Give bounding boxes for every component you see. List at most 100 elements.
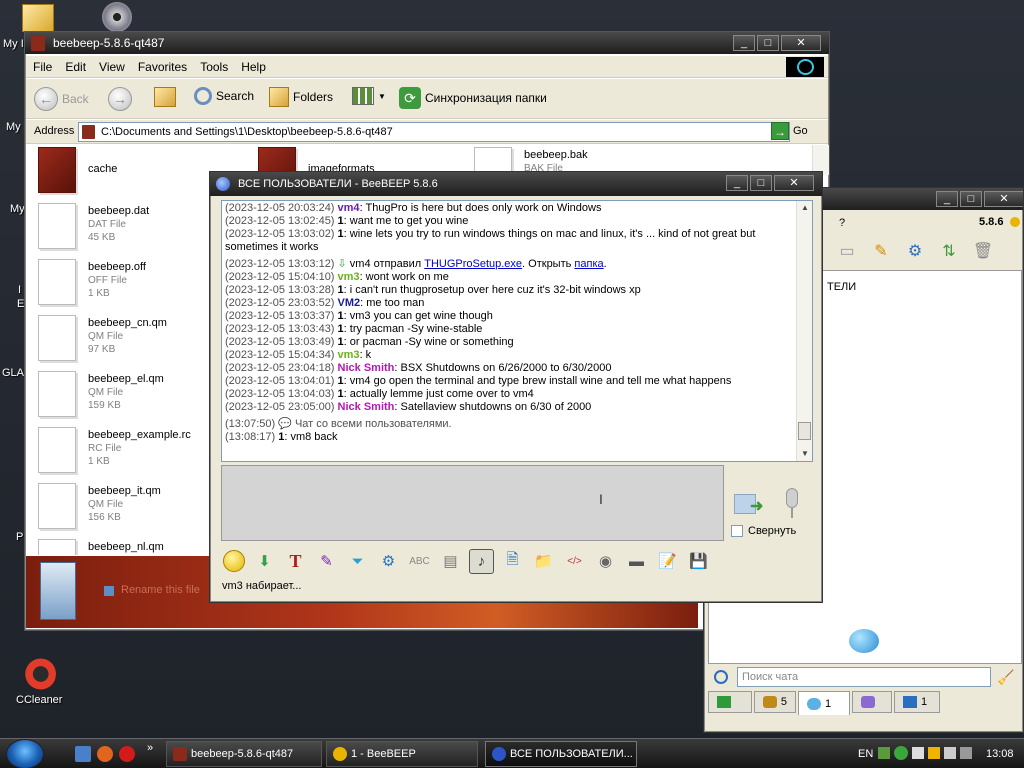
- send-message-icon[interactable]: ➜: [734, 490, 766, 518]
- language-indicator[interactable]: EN: [858, 739, 873, 768]
- desktop-label-3[interactable]: I: [18, 284, 21, 296]
- back-button[interactable]: ← Back: [34, 87, 89, 111]
- utorrent-icon[interactable]: [894, 746, 908, 760]
- send-file-icon[interactable]: 📁: [531, 549, 556, 574]
- menu-tools[interactable]: Tools: [193, 56, 234, 74]
- music-icon[interactable]: ♪: [469, 548, 494, 574]
- message-input[interactable]: I: [221, 465, 724, 541]
- start-button[interactable]: [6, 739, 44, 768]
- chevron-down-icon[interactable]: ⬇: [252, 549, 277, 574]
- trash-icon[interactable]: 🗑: [970, 238, 996, 264]
- settings-icon[interactable]: ⚙: [376, 549, 401, 574]
- screenshot-icon[interactable]: ◉: [593, 549, 618, 574]
- scroll-down-icon[interactable]: ▼: [797, 447, 812, 461]
- desktop-label-0[interactable]: My I: [3, 38, 24, 50]
- tray-tool-icon[interactable]: [960, 747, 972, 759]
- show-desktop-icon[interactable]: [75, 746, 91, 762]
- tray-volume-icon[interactable]: [944, 747, 956, 759]
- minimize-button[interactable]: _: [936, 191, 958, 207]
- font-icon[interactable]: T: [283, 549, 308, 574]
- file-link[interactable]: THUGProSetup.exe: [424, 258, 522, 270]
- task-all-users[interactable]: ВСЕ ПОЛЬЗОВАТЕЛИ...: [485, 741, 637, 767]
- close-button[interactable]: ✕: [774, 175, 814, 191]
- html-icon[interactable]: </>: [562, 549, 587, 574]
- spellcheck-icon[interactable]: ABC: [407, 549, 432, 574]
- tab-chats[interactable]: 1: [798, 691, 850, 715]
- menu-view[interactable]: View: [92, 56, 131, 74]
- opera-icon[interactable]: [119, 746, 135, 762]
- chat-titlebar[interactable]: ВСЕ ПОЛЬЗОВАТЕЛИ - BeeBEEP 5.8.6 _ □ ✕: [210, 172, 822, 196]
- maximize-button[interactable]: □: [750, 175, 772, 191]
- tray-arrow-icon[interactable]: [912, 747, 924, 759]
- chat-search-input[interactable]: Поиск чата: [737, 667, 991, 687]
- file-item[interactable]: beebeep.off OFF File 1 KB: [26, 257, 226, 309]
- menu-file[interactable]: File: [26, 56, 58, 74]
- explorer-titlebar[interactable]: beebeep-5.8.6-qt487 _ □ ✕: [25, 32, 829, 54]
- microphone-icon[interactable]: [781, 488, 803, 520]
- tab-users[interactable]: 5: [754, 691, 796, 713]
- emoticon-icon[interactable]: [221, 549, 246, 574]
- minimize-button[interactable]: _: [733, 35, 755, 51]
- beebeep-chat-window[interactable]: ВСЕ ПОЛЬЗОВАТЕЛИ - BeeBEEP 5.8.6 _ □ ✕ (…: [209, 171, 823, 603]
- menu-edit[interactable]: Edit: [58, 56, 92, 74]
- search-button[interactable]: Search: [194, 87, 254, 105]
- ccleaner-icon[interactable]: [22, 657, 56, 691]
- desktop-label-5[interactable]: GLA: [2, 367, 24, 379]
- tab-groups[interactable]: [852, 691, 892, 713]
- scroll-thumb[interactable]: [798, 422, 811, 440]
- window-icon[interactable]: ▬: [624, 549, 649, 574]
- up-folder-button[interactable]: [154, 87, 176, 107]
- maximize-button[interactable]: □: [960, 191, 982, 207]
- plugins-icon[interactable]: ⚙: [902, 238, 928, 264]
- dictionary-icon[interactable]: ▤: [438, 549, 463, 574]
- edit-status-icon[interactable]: ✎: [868, 238, 894, 264]
- file-item[interactable]: beebeep_it.qm QM File 156 KB: [26, 481, 226, 533]
- file-item[interactable]: cache: [26, 145, 226, 197]
- collapse-checkbox[interactable]: Свернуть: [731, 525, 796, 537]
- vcard-icon[interactable]: ▭: [834, 238, 860, 264]
- desktop-label-6[interactable]: P: [16, 531, 23, 543]
- tab-home[interactable]: [708, 691, 752, 713]
- task-beebeep[interactable]: 1 - BeeBEEP: [326, 741, 478, 767]
- file-item[interactable]: beebeep_cn.qm QM File 97 KB: [26, 313, 226, 365]
- desktop-label-2[interactable]: My: [10, 203, 25, 215]
- address-input[interactable]: C:\Documents and Settings\1\Desktop\beeb…: [78, 122, 790, 142]
- quicklaunch-more-icon[interactable]: »: [147, 742, 153, 754]
- desktop-label-ccleaner[interactable]: CCleaner: [16, 694, 62, 706]
- tab-file-share[interactable]: 1: [894, 691, 940, 713]
- desktop-label-1[interactable]: My: [6, 121, 21, 133]
- task-explorer[interactable]: beebeep-5.8.6-qt487: [166, 741, 322, 767]
- scroll-up-icon[interactable]: ▲: [797, 201, 812, 215]
- save-icon[interactable]: 💾: [686, 549, 711, 574]
- menu-help[interactable]: Help: [234, 56, 272, 74]
- maximize-button[interactable]: □: [757, 35, 779, 51]
- checkbox[interactable]: [731, 525, 743, 537]
- chat-scrollbar[interactable]: ▲ ▼: [796, 201, 812, 461]
- color-icon[interactable]: ✎: [314, 549, 339, 574]
- chat-history[interactable]: (2023-12-05 20:03:24) vm4: ThugPro is he…: [221, 200, 813, 462]
- menu-favorites[interactable]: Favorites: [131, 56, 193, 74]
- views-button[interactable]: ▼: [352, 87, 386, 105]
- forward-button[interactable]: →: [108, 87, 132, 111]
- close-button[interactable]: ✕: [781, 35, 821, 51]
- file-item[interactable]: beebeep.dat DAT File 45 KB: [26, 201, 226, 253]
- folder-link[interactable]: папка: [574, 258, 603, 270]
- firefox-icon[interactable]: [97, 746, 113, 762]
- edit-icon[interactable]: 📝: [655, 549, 680, 574]
- close-button[interactable]: ✕: [984, 191, 1023, 207]
- minimize-button[interactable]: _: [726, 175, 748, 191]
- folders-button[interactable]: Folders: [269, 87, 333, 107]
- file-item[interactable]: beebeep_example.rc RC File 1 KB: [26, 425, 226, 477]
- clear-search-icon[interactable]: 🧹: [997, 669, 1014, 686]
- go-button[interactable]: → Go: [771, 122, 808, 140]
- sync-folder-button[interactable]: ⟳ Синхронизация папки: [399, 87, 547, 109]
- help-menu[interactable]: ?: [839, 217, 845, 229]
- transfer-icon[interactable]: ⇅: [936, 238, 962, 264]
- tray-green-icon[interactable]: [878, 747, 890, 759]
- tray-network-icon[interactable]: [928, 747, 940, 759]
- file-item[interactable]: beebeep_el.qm QM File 159 KB: [26, 369, 226, 421]
- file-item[interactable]: beebeep_nl.qm: [26, 537, 226, 555]
- cd-drive-icon[interactable]: [102, 2, 132, 32]
- rename-file-link[interactable]: Rename this file: [121, 584, 200, 596]
- filter-icon[interactable]: ⏷: [345, 549, 370, 574]
